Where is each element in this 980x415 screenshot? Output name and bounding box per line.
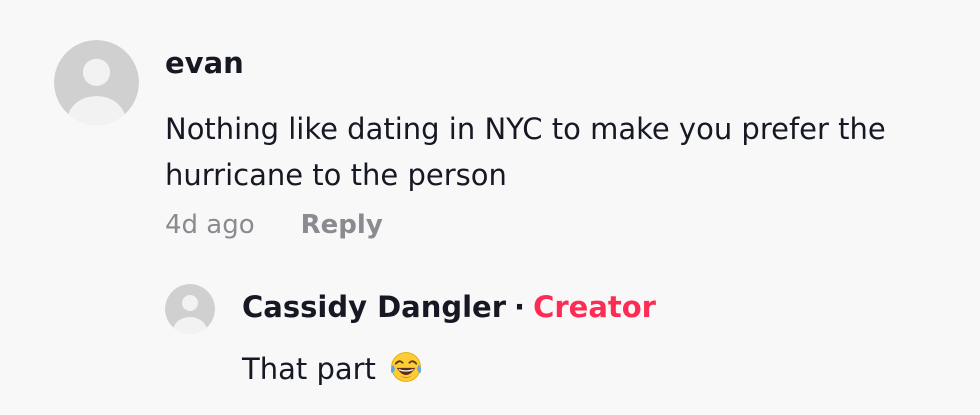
reply-header: Cassidy Dangler · Creator bbox=[242, 290, 656, 324]
replier-avatar[interactable] bbox=[165, 284, 215, 334]
comment-meta: 4d ago Reply bbox=[165, 210, 383, 240]
replier-username[interactable]: Cassidy Dangler bbox=[242, 290, 506, 324]
comment-text: Nothing like dating in NYC to make you p… bbox=[165, 112, 886, 192]
default-user-avatar-icon bbox=[165, 284, 215, 334]
reply-button[interactable]: Reply bbox=[301, 210, 383, 240]
default-user-avatar-icon bbox=[54, 40, 139, 125]
separator-dot: · bbox=[514, 290, 526, 324]
reply-text: That part bbox=[242, 352, 376, 386]
reply-text-row: That part bbox=[242, 350, 423, 391]
creator-badge: Creator bbox=[533, 290, 656, 324]
commenter-username[interactable]: evan bbox=[165, 46, 244, 80]
face-with-tears-of-joy-icon bbox=[389, 350, 423, 391]
commenter-avatar[interactable] bbox=[54, 40, 139, 125]
comment-timestamp: 4d ago bbox=[165, 210, 255, 240]
